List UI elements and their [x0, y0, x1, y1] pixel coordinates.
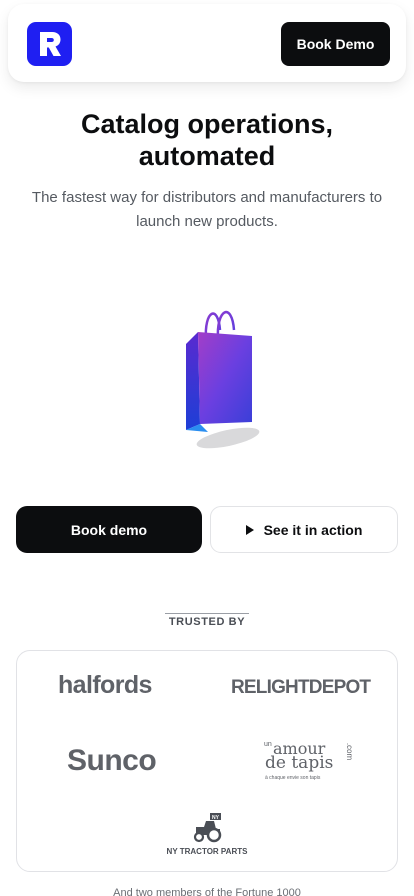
- ny-tractor-parts-logo: NY NY TRACTOR PARTS: [157, 813, 257, 861]
- amour-de-tapis-logo: un amour de tapis .com à chaque envie so…: [263, 739, 355, 787]
- shopping-bag-illustration: [186, 310, 260, 449]
- brand-logo[interactable]: [27, 22, 72, 66]
- play-icon: [245, 524, 254, 535]
- trusted-by-heading: TRUSTED BY: [168, 616, 246, 628]
- title-line-2: automated: [138, 141, 276, 171]
- site-header: Book Demo: [8, 4, 406, 82]
- tractor-badge-text: NY: [212, 815, 220, 821]
- page-title: Catalog operations, automated: [0, 108, 414, 172]
- book-demo-header-button[interactable]: Book Demo: [281, 22, 390, 66]
- r-logo-icon: [39, 32, 61, 56]
- relightdepot-logo: RELIGHTDEPOT: [231, 677, 371, 698]
- amour-un-text: un: [264, 741, 272, 748]
- amour-com-text: .com: [345, 742, 355, 761]
- trusted-divider: [165, 613, 249, 614]
- see-it-in-action-button[interactable]: See it in action: [210, 506, 398, 553]
- amour-tapis-text: de tapis: [265, 753, 334, 773]
- sunco-logo: Sunco: [67, 744, 157, 777]
- title-line-1: Catalog operations,: [80, 109, 334, 139]
- tractor-parts-text: NY TRACTOR PARTS: [166, 847, 248, 856]
- tractor-icon: NY: [193, 813, 222, 843]
- see-it-in-action-label: See it in action: [263, 521, 363, 538]
- book-demo-button[interactable]: Book demo: [16, 506, 202, 553]
- halfords-logo: halfords: [58, 671, 152, 699]
- fortune-footnote: And two members of the Fortune 1000: [113, 887, 301, 896]
- amour-tagline: à chaque envie son tapis: [265, 775, 321, 781]
- hero-subtitle: The fastest way for distributors and man…: [31, 189, 383, 230]
- customer-logos-card: halfords RELIGHTDEPOT Sunco un amour de …: [16, 650, 398, 872]
